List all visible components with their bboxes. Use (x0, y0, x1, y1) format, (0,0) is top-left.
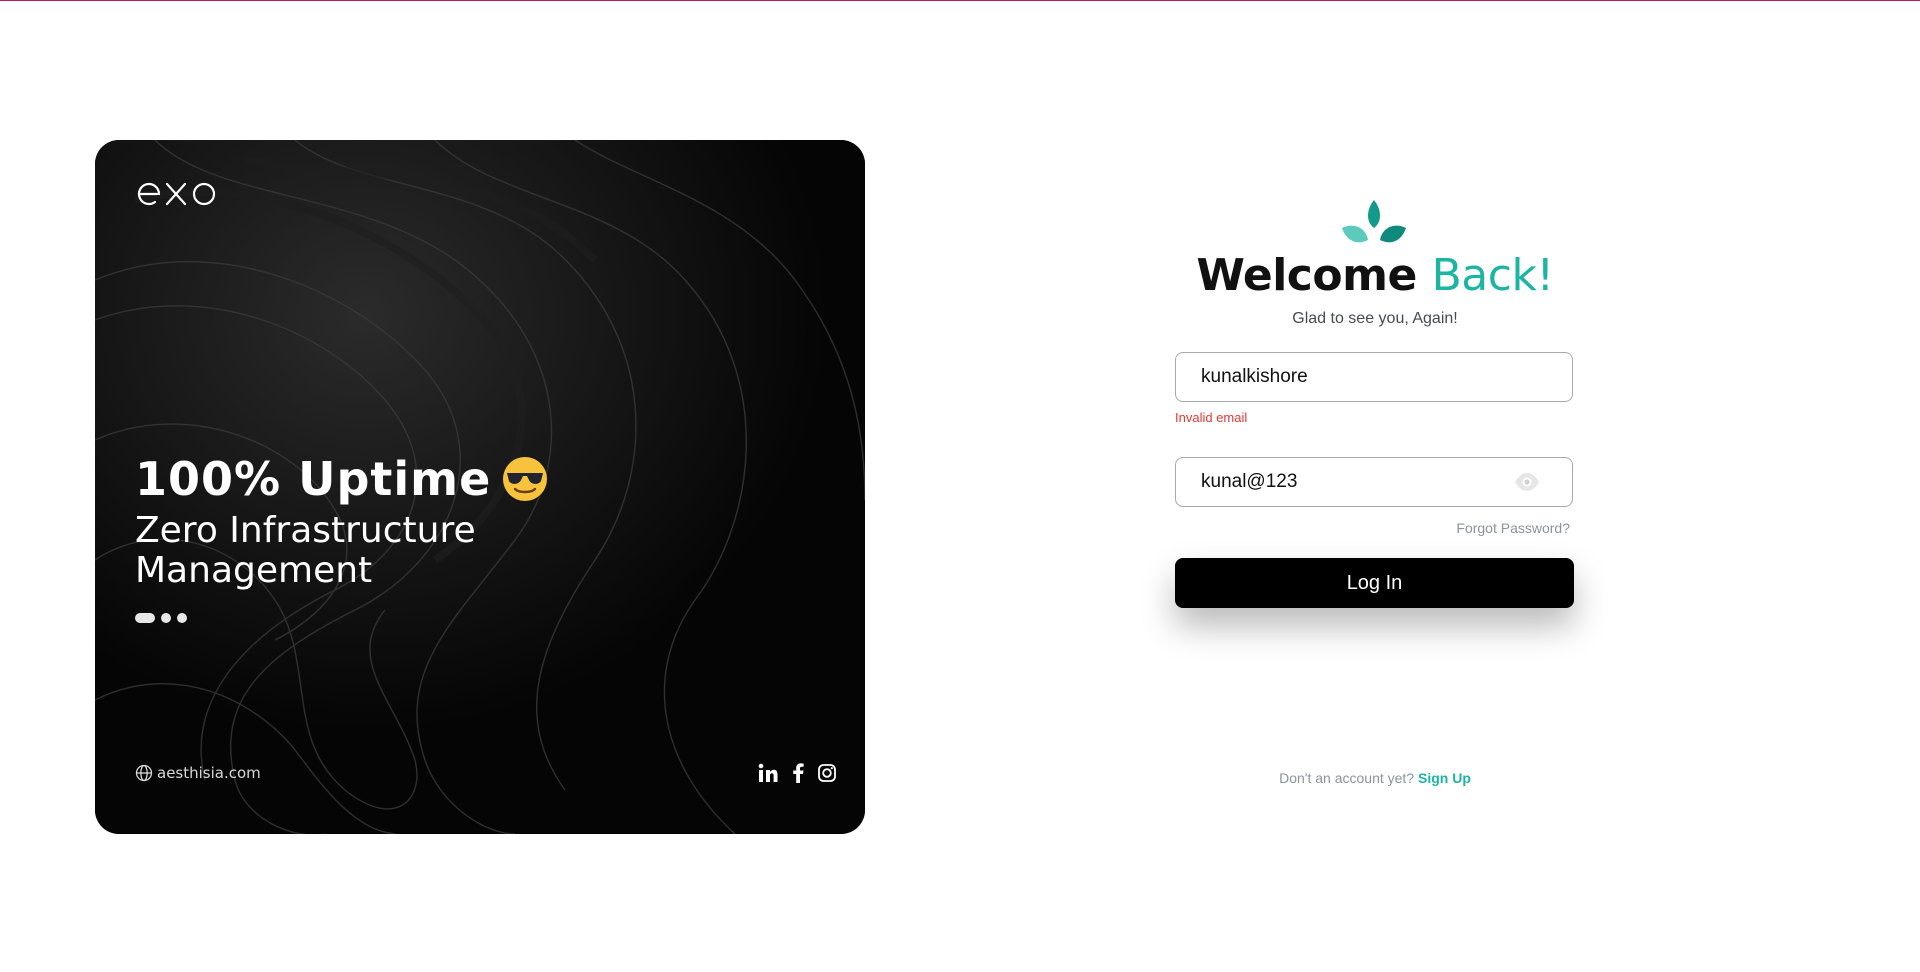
title-accent: Back! (1431, 250, 1554, 301)
social-links (757, 762, 837, 789)
carousel-dot[interactable] (161, 613, 171, 623)
hero-card: 100% Uptime Zero Infrastructure Manageme… (95, 140, 865, 834)
signup-link[interactable]: Sign Up (1418, 770, 1471, 786)
email-error-message: Invalid email (1175, 410, 1248, 425)
instagram-icon[interactable] (817, 763, 837, 788)
exo-logo (137, 182, 216, 206)
password-field[interactable] (1176, 470, 1523, 494)
sunglasses-emoji-icon (503, 457, 548, 501)
carousel-dot[interactable] (177, 613, 187, 623)
forgot-password-link[interactable]: Forgot Password? (1400, 520, 1570, 536)
globe-icon (135, 764, 153, 782)
page-title: Welcome Back! (1175, 250, 1575, 301)
site-link[interactable]: aesthisia.com (135, 764, 261, 782)
carousel-indicator (135, 613, 187, 623)
eye-icon[interactable] (1514, 472, 1540, 492)
signup-row: Don't an account yet? Sign Up (1175, 770, 1575, 786)
page-subtitle: Glad to see you, Again! (1292, 310, 1458, 327)
carousel-dot[interactable] (135, 613, 155, 623)
site-label: aesthisia.com (157, 764, 261, 782)
facebook-icon[interactable] (791, 762, 805, 789)
title-main: Welcome (1196, 250, 1432, 301)
email-field[interactable] (1176, 365, 1523, 389)
hero-subline: Zero Infrastructure Management (135, 510, 476, 591)
email-field-wrapper (1175, 352, 1573, 402)
top-border (0, 0, 1920, 1)
headline-text: 100% Uptime (135, 452, 492, 506)
password-field-wrapper (1175, 457, 1573, 507)
hero-headline: 100% Uptime (135, 452, 549, 506)
linkedin-icon[interactable] (757, 762, 779, 789)
leaf-logo-icon (1342, 200, 1406, 243)
signup-prompt: Don't an account yet? (1279, 770, 1415, 786)
login-button[interactable]: Log In (1175, 558, 1574, 608)
